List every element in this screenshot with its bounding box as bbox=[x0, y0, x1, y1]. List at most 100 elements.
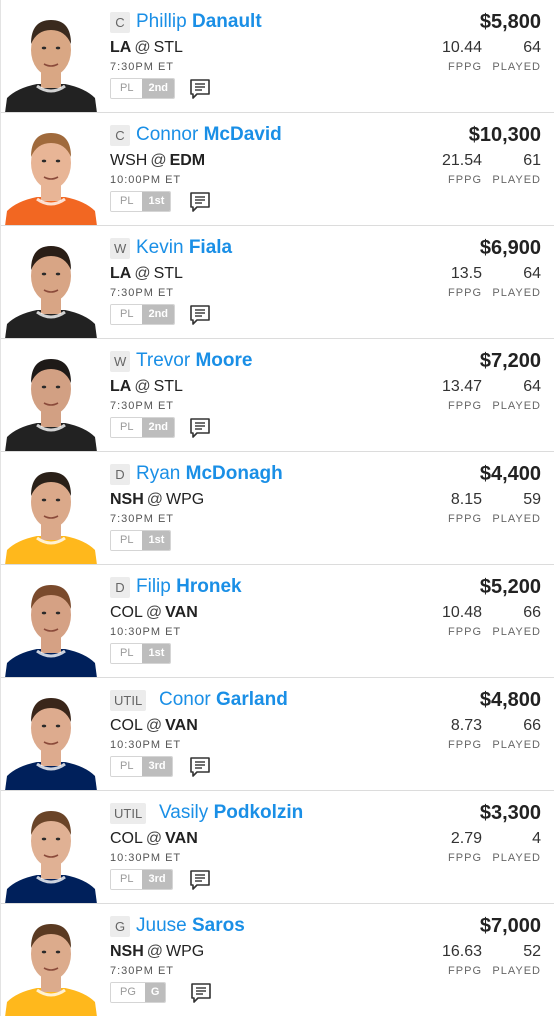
notes-icon[interactable] bbox=[188, 417, 212, 440]
matchup-team-left: LA bbox=[110, 265, 132, 282]
line-tag-key: PL bbox=[111, 757, 143, 776]
player-last-name: McDonagh bbox=[185, 463, 283, 484]
player-first-name: Filip bbox=[136, 576, 171, 597]
matchup-at-sign: @ bbox=[150, 152, 167, 169]
line-tag-key: PL bbox=[111, 305, 143, 324]
notes-icon[interactable] bbox=[188, 191, 212, 214]
matchup-at-sign: @ bbox=[134, 39, 151, 56]
player-name-link[interactable]: Connor McDavid bbox=[136, 123, 282, 147]
position-badge: C bbox=[110, 12, 130, 33]
player-row[interactable]: W Kevin Fiala LA @ STL 7:30PM ET PL 2nd $6,900 13… bbox=[1, 226, 554, 339]
matchup-team-left: LA bbox=[110, 378, 132, 395]
line-tag-value: 3rd bbox=[142, 757, 172, 776]
player-salary: $7,200 bbox=[479, 350, 541, 372]
player-row[interactable]: C Phillip Danault LA @ STL 7:30PM ET PL 2nd $5,8… bbox=[1, 0, 554, 113]
position-badge: D bbox=[110, 464, 130, 485]
matchup-team-right: VAN bbox=[165, 717, 198, 734]
player-last-name: Podkolzin bbox=[213, 802, 304, 823]
game-matchup: WSH @ EDM bbox=[110, 151, 205, 171]
player-name-link[interactable]: Juuse Saros bbox=[136, 914, 245, 938]
game-matchup: COL @ VAN bbox=[110, 716, 198, 736]
game-matchup: LA @ STL bbox=[110, 377, 183, 397]
matchup-at-sign: @ bbox=[134, 265, 151, 282]
matchup-team-right: EDM bbox=[169, 152, 206, 169]
player-last-name: McDavid bbox=[203, 124, 282, 145]
games-played-value: 4 bbox=[532, 830, 541, 847]
games-played-value: 59 bbox=[523, 491, 541, 508]
fppg-label: FPPG bbox=[448, 287, 482, 299]
games-played-label: PLAYED bbox=[492, 61, 541, 73]
matchup-at-sign: @ bbox=[145, 604, 163, 621]
matchup-team-right: VAN bbox=[165, 604, 198, 621]
player-row[interactable]: UTIL Conor Garland COL @ VAN 10:30PM ET PL 3rd $… bbox=[1, 678, 554, 791]
player-row[interactable]: UTIL Vasily Podkolzin COL @ VAN 10:30PM ET PL 3… bbox=[1, 791, 554, 904]
position-badge: UTIL bbox=[110, 803, 147, 824]
notes-icon[interactable] bbox=[188, 304, 212, 327]
player-row[interactable]: D Ryan McDonagh NSH @ WPG 7:30PM ET PL 1st $4,40… bbox=[1, 452, 554, 565]
player-name-link[interactable]: Vasily Podkolzin bbox=[159, 801, 303, 825]
player-first-name: Ryan bbox=[136, 463, 181, 484]
matchup-at-sign: @ bbox=[146, 943, 164, 960]
fppg-value: 13.5 bbox=[450, 265, 482, 282]
player-headshot bbox=[3, 232, 99, 338]
notes-icon[interactable] bbox=[189, 982, 213, 1005]
matchup-at-sign: @ bbox=[145, 830, 163, 847]
player-name-link[interactable]: Conor Garland bbox=[159, 688, 288, 712]
line-tag-value: 2nd bbox=[142, 79, 175, 98]
line-tag-key: PL bbox=[111, 644, 143, 663]
fppg-value: 8.73 bbox=[450, 717, 482, 734]
player-name-link[interactable]: Filip Hronek bbox=[136, 575, 242, 599]
position-badge: W bbox=[110, 238, 131, 259]
games-played-label: PLAYED bbox=[492, 965, 541, 977]
matchup-at-sign: @ bbox=[134, 378, 151, 395]
fppg-label: FPPG bbox=[448, 513, 482, 525]
player-salary: $4,800 bbox=[479, 689, 541, 711]
matchup-team-right: STL bbox=[153, 378, 183, 395]
fppg-label: FPPG bbox=[448, 174, 482, 186]
line-tag: PL 2nd bbox=[110, 304, 176, 325]
notes-icon[interactable] bbox=[188, 869, 212, 892]
player-name-link[interactable]: Kevin Fiala bbox=[136, 236, 232, 260]
games-played-label: PLAYED bbox=[492, 513, 541, 525]
player-row[interactable]: W Trevor Moore LA @ STL 7:30PM ET PL 2nd $7,200 1… bbox=[1, 339, 554, 452]
player-name-link[interactable]: Ryan McDonagh bbox=[136, 462, 283, 486]
player-headshot bbox=[3, 797, 99, 903]
line-tag: PL 1st bbox=[110, 530, 172, 551]
notes-icon[interactable] bbox=[188, 756, 212, 779]
games-played-label: PLAYED bbox=[492, 852, 541, 864]
game-matchup: NSH @ WPG bbox=[110, 942, 204, 962]
player-salary: $7,000 bbox=[479, 915, 541, 937]
fppg-label: FPPG bbox=[448, 739, 482, 751]
games-played-value: 64 bbox=[523, 378, 541, 395]
player-first-name: Kevin bbox=[136, 237, 184, 258]
game-matchup: LA @ STL bbox=[110, 38, 183, 58]
games-played-value: 61 bbox=[523, 152, 541, 169]
line-tag-key: PL bbox=[111, 418, 143, 437]
matchup-team-right: STL bbox=[153, 39, 183, 56]
line-tag: PL 1st bbox=[110, 191, 172, 212]
player-last-name: Garland bbox=[216, 689, 288, 710]
game-matchup: COL @ VAN bbox=[110, 829, 198, 849]
line-tag: PL 1st bbox=[110, 643, 172, 664]
player-row[interactable]: G Juuse Saros NSH @ WPG 7:30PM ET PG G $7,000 16.… bbox=[1, 904, 554, 1016]
player-name-link[interactable]: Phillip Danault bbox=[136, 10, 262, 34]
game-matchup: NSH @ WPG bbox=[110, 490, 204, 510]
games-played-label: PLAYED bbox=[492, 174, 541, 186]
fppg-label: FPPG bbox=[448, 61, 482, 73]
position-badge: UTIL bbox=[110, 690, 147, 711]
line-tag-key: PL bbox=[111, 79, 143, 98]
game-time: 7:30PM ET bbox=[110, 61, 175, 73]
player-name-link[interactable]: Trevor Moore bbox=[136, 349, 252, 373]
matchup-team-left: NSH bbox=[110, 943, 144, 960]
line-tag-value: 2nd bbox=[142, 305, 175, 324]
games-played-label: PLAYED bbox=[492, 287, 541, 299]
player-row[interactable]: D Filip Hronek COL @ VAN 10:30PM ET PL 1st $5,20… bbox=[1, 565, 554, 678]
notes-icon[interactable] bbox=[188, 78, 212, 101]
player-row[interactable]: C Connor McDavid WSH @ EDM 10:00PM ET PL 1st $10… bbox=[1, 113, 554, 226]
position-badge: W bbox=[110, 351, 131, 372]
line-tag-key: PL bbox=[111, 531, 143, 550]
games-played-value: 64 bbox=[523, 265, 541, 282]
game-time: 10:00PM ET bbox=[110, 174, 182, 186]
fppg-value: 21.54 bbox=[441, 152, 482, 169]
player-salary: $5,200 bbox=[479, 576, 541, 598]
